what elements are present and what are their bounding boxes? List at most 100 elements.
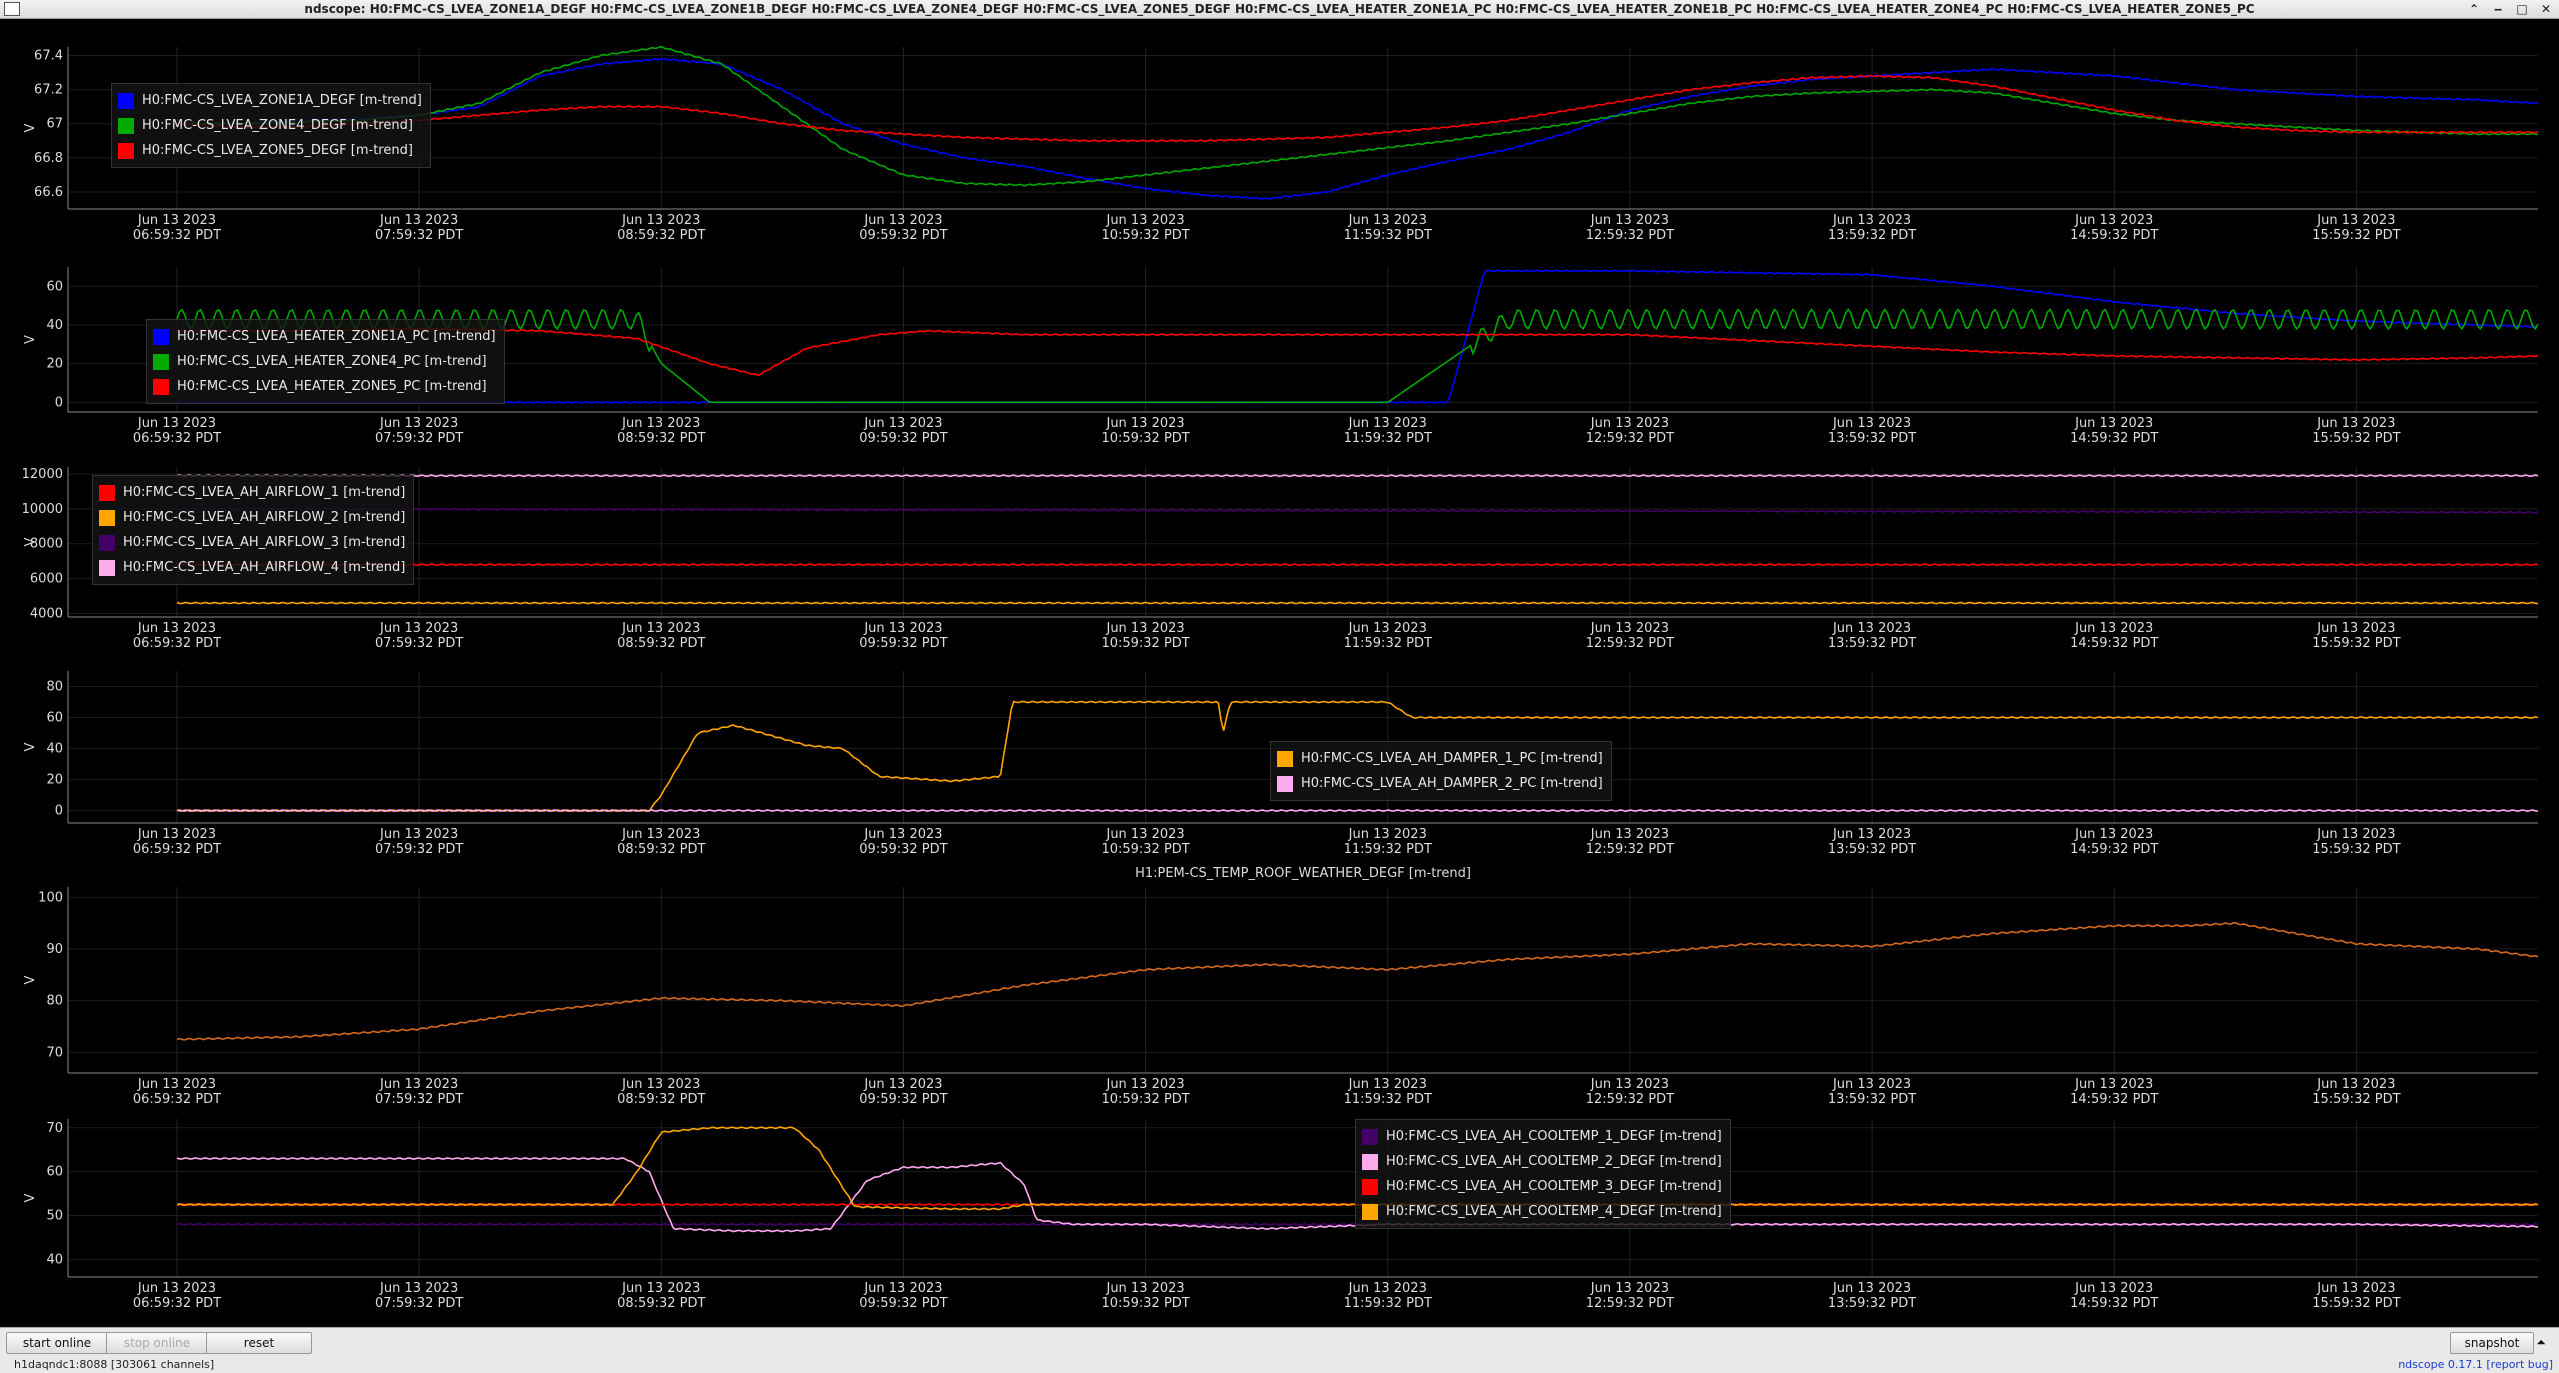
x-tick-date-label: Jun 13 2023	[1832, 1281, 1911, 1296]
legend-item[interactable]: H0:FMC-CS_LVEA_AH_COOLTEMP_2_DEGF [m-tre…	[1362, 1149, 1722, 1174]
legend-swatch	[153, 328, 169, 345]
stop-online-button[interactable]: stop online	[106, 1332, 208, 1354]
collapse-icon[interactable]: ⏶	[2528, 1332, 2554, 1352]
legend-item[interactable]: H0:FMC-CS_LVEA_AH_AIRFLOW_1 [m-trend]	[99, 480, 405, 505]
series-line[interactable]	[176, 563, 2539, 567]
legend-label: H0:FMC-CS_LVEA_AH_COOLTEMP_4_DEGF [m-tre…	[1386, 1204, 1722, 1219]
legend-heaters[interactable]: H0:FMC-CS_LVEA_HEATER_ZONE1A_PC [m-trend…	[146, 319, 505, 404]
x-tick-time-label: 12:59:32 PDT	[1586, 636, 1674, 651]
legend-label: H0:FMC-CS_LVEA_AH_AIRFLOW_2 [m-trend]	[123, 510, 406, 525]
legend-item[interactable]: H0:FMC-CS_LVEA_ZONE1A_DEGF [m-trend]	[118, 88, 422, 113]
legend-swatch	[1362, 1128, 1378, 1145]
x-tick-time-label: 09:59:32 PDT	[859, 636, 947, 651]
x-tick-time-label: 14:59:32 PDT	[2070, 228, 2158, 243]
legend-label: H0:FMC-CS_LVEA_ZONE5_DEGF [m-trend]	[142, 143, 413, 158]
legend-swatch	[118, 92, 134, 109]
x-tick-date-label: Jun 13 2023	[1348, 1077, 1427, 1092]
legend-dampers[interactable]: H0:FMC-CS_LVEA_AH_DAMPER_1_PC [m-trend] …	[1270, 741, 1612, 801]
y-tick-label: 0	[55, 804, 63, 819]
x-tick-time-label: 11:59:32 PDT	[1344, 1296, 1432, 1311]
x-tick-time-label: 13:59:32 PDT	[1828, 431, 1916, 446]
legend-label: H0:FMC-CS_LVEA_AH_AIRFLOW_1 [m-trend]	[123, 485, 406, 500]
legend-item[interactable]: H0:FMC-CS_LVEA_HEATER_ZONE5_PC [m-trend]	[153, 374, 496, 399]
legend-item[interactable]: H0:FMC-CS_LVEA_AH_COOLTEMP_1_DEGF [m-tre…	[1362, 1124, 1722, 1149]
plot-title: H1:PEM-CS_TEMP_ROOF_WEATHER_DEGF [m-tren…	[1135, 866, 1471, 881]
legend-swatch	[1277, 775, 1293, 792]
plot-area[interactable]: 66.6 66.8 67 67.2 67.4 V Jun 13 2023 06:59:32 P…	[0, 19, 2559, 1327]
x-tick-time-label: 10:59:32 PDT	[1101, 431, 1189, 446]
series-line[interactable]	[176, 45, 2539, 187]
legend-item[interactable]: H0:FMC-CS_LVEA_AH_AIRFLOW_2 [m-trend]	[99, 505, 405, 530]
maximize-window-icon[interactable]: □	[2515, 0, 2529, 18]
x-tick-date-label: Jun 13 2023	[2074, 621, 2153, 636]
series-line[interactable]	[176, 327, 2539, 377]
x-tick-time-label: 06:59:32 PDT	[133, 1296, 221, 1311]
series-line[interactable]	[176, 474, 2539, 478]
x-tick-date-label: Jun 13 2023	[1590, 1077, 1669, 1092]
x-tick-time-label: 11:59:32 PDT	[1344, 842, 1432, 857]
close-window-icon[interactable]: ✕	[2539, 0, 2553, 18]
legend-item[interactable]: H0:FMC-CS_LVEA_AH_COOLTEMP_3_DEGF [m-tre…	[1362, 1174, 1722, 1199]
plot-canvas[interactable]: 66.666.86767.267.4VJun 13 202306:59:32 P…	[0, 19, 2559, 1327]
legend-label: H0:FMC-CS_LVEA_AH_COOLTEMP_2_DEGF [m-tre…	[1386, 1154, 1722, 1169]
legend-item[interactable]: H0:FMC-CS_LVEA_ZONE4_DEGF [m-trend]	[118, 113, 422, 138]
legend-item[interactable]: H0:FMC-CS_LVEA_ZONE5_DEGF [m-trend]	[118, 138, 422, 163]
x-tick-date-label: Jun 13 2023	[137, 213, 216, 228]
x-tick-time-label: 10:59:32 PDT	[1101, 1092, 1189, 1107]
x-tick-date-label: Jun 13 2023	[2074, 827, 2153, 842]
x-tick-time-label: 15:59:32 PDT	[2312, 1092, 2400, 1107]
snapshot-button[interactable]: snapshot	[2450, 1332, 2534, 1354]
legend-label: H0:FMC-CS_LVEA_HEATER_ZONE1A_PC [m-trend…	[177, 329, 496, 344]
x-tick-date-label: Jun 13 2023	[379, 827, 458, 842]
version-link[interactable]: ndscope 0.17.1 [report bug]	[2398, 1358, 2553, 1371]
legend-item[interactable]: H0:FMC-CS_LVEA_AH_AIRFLOW_3 [m-trend]	[99, 530, 405, 555]
x-tick-date-label: Jun 13 2023	[1348, 827, 1427, 842]
x-tick-time-label: 10:59:32 PDT	[1101, 842, 1189, 857]
series-line[interactable]	[176, 57, 2539, 200]
x-tick-date-label: Jun 13 2023	[1105, 1077, 1184, 1092]
x-tick-time-label: 06:59:32 PDT	[133, 431, 221, 446]
y-tick-label: 4000	[30, 607, 63, 622]
y-tick-label: 12000	[22, 467, 63, 482]
series-line[interactable]	[176, 921, 2539, 1041]
start-online-button[interactable]: start online	[6, 1332, 108, 1354]
legend-item[interactable]: H0:FMC-CS_LVEA_AH_DAMPER_2_PC [m-trend]	[1277, 771, 1603, 796]
x-tick-time-label: 14:59:32 PDT	[2070, 1092, 2158, 1107]
x-tick-time-label: 08:59:32 PDT	[617, 228, 705, 243]
y-tick-label: 20	[46, 357, 63, 372]
x-tick-date-label: Jun 13 2023	[1105, 1281, 1184, 1296]
x-tick-date-label: Jun 13 2023	[621, 213, 700, 228]
x-tick-time-label: 06:59:32 PDT	[133, 842, 221, 857]
series-line[interactable]	[176, 601, 2539, 605]
series-line[interactable]	[176, 308, 2539, 404]
x-tick-date-label: Jun 13 2023	[1590, 213, 1669, 228]
legend-airflow[interactable]: H0:FMC-CS_LVEA_AH_AIRFLOW_1 [m-trend] H0…	[92, 475, 415, 585]
x-tick-date-label: Jun 13 2023	[137, 1077, 216, 1092]
reset-button[interactable]: reset	[206, 1332, 312, 1354]
y-tick-label: 80	[46, 994, 63, 1009]
shade-window-icon[interactable]: ⌃	[2467, 0, 2481, 18]
x-tick-time-label: 08:59:32 PDT	[617, 431, 705, 446]
window-menu-icon[interactable]	[4, 2, 20, 16]
legend-swatch	[118, 117, 134, 134]
minimize-window-icon[interactable]: ‒	[2491, 0, 2505, 18]
legend-zone-temps[interactable]: H0:FMC-CS_LVEA_ZONE1A_DEGF [m-trend] H0:…	[111, 83, 431, 168]
x-tick-date-label: Jun 13 2023	[379, 416, 458, 431]
legend-cooltemps[interactable]: H0:FMC-CS_LVEA_AH_COOLTEMP_1_DEGF [m-tre…	[1355, 1119, 1731, 1229]
x-tick-date-label: Jun 13 2023	[1105, 621, 1184, 636]
x-tick-time-label: 08:59:32 PDT	[617, 1092, 705, 1107]
legend-item[interactable]: H0:FMC-CS_LVEA_HEATER_ZONE1A_PC [m-trend…	[153, 324, 496, 349]
y-tick-label: 67.2	[34, 83, 63, 98]
legend-item[interactable]: H0:FMC-CS_LVEA_HEATER_ZONE4_PC [m-trend]	[153, 349, 496, 374]
series-line[interactable]	[176, 74, 2539, 143]
x-tick-time-label: 06:59:32 PDT	[133, 228, 221, 243]
x-tick-date-label: Jun 13 2023	[2316, 1281, 2395, 1296]
legend-label: H0:FMC-CS_LVEA_AH_AIRFLOW_3 [m-trend]	[123, 535, 406, 550]
legend-item[interactable]: H0:FMC-CS_LVEA_AH_AIRFLOW_4 [m-trend]	[99, 555, 405, 580]
x-tick-date-label: Jun 13 2023	[379, 1077, 458, 1092]
legend-item[interactable]: H0:FMC-CS_LVEA_AH_COOLTEMP_4_DEGF [m-tre…	[1362, 1199, 1722, 1224]
legend-swatch	[1362, 1178, 1378, 1195]
series-line[interactable]	[176, 269, 2539, 404]
legend-label: H0:FMC-CS_LVEA_AH_AIRFLOW_4 [m-trend]	[123, 560, 406, 575]
legend-item[interactable]: H0:FMC-CS_LVEA_AH_DAMPER_1_PC [m-trend]	[1277, 746, 1603, 771]
